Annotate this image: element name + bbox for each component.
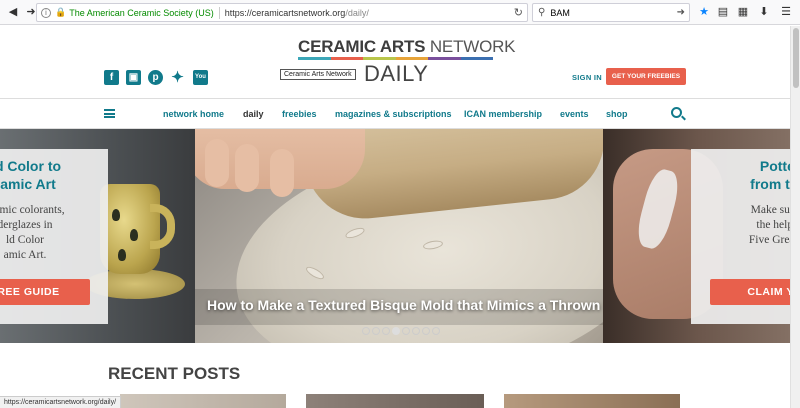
logo-text-main: CERAMIC ARTS [298,37,426,56]
url-path[interactable]: /daily/ [345,8,369,18]
nav-events[interactable]: events [560,109,589,119]
carousel-dot[interactable] [422,327,430,335]
carousel-dots [362,327,442,335]
pocket-icon[interactable]: ▦ [736,5,750,19]
instagram-icon[interactable]: ▣ [126,70,141,85]
left-slide-title: d Color to amic Art [0,158,62,192]
logo-stripe [460,57,493,60]
nav-shop[interactable]: shop [606,109,628,119]
carousel-dot[interactable] [362,327,370,335]
slide-right-image[interactable]: Pottery from the e Make surfaces the hel… [603,129,790,343]
carousel-dot[interactable] [412,327,420,335]
logo-stripes [298,57,493,60]
post-thumbnail[interactable] [120,394,286,408]
right-slide-description: Make surfaces the help of t Five Great D… [748,204,790,246]
search-icon: ⚲ [538,7,546,18]
claim-button[interactable]: CLAIM YO [710,279,790,305]
reading-list-icon[interactable]: ▤ [716,5,730,19]
carousel-dot[interactable] [432,327,440,335]
url-host[interactable]: https://ceramicartsnetwork.org [225,8,346,18]
main-nav: network home daily freebies magazines & … [0,98,790,129]
left-slide-card: d Color to amic Art eramic colorants, de… [0,149,108,324]
back-icon[interactable]: ◀ [6,5,20,19]
post-thumbnail[interactable] [504,394,680,408]
site-identity[interactable]: The American Ceramic Society (US) [69,8,214,18]
right-slide-title: Pottery from the e [750,158,790,192]
finger [270,149,294,197]
finger [235,144,259,192]
logo-stripe [395,57,428,60]
site-logo[interactable]: CERAMIC ARTS NETWORK [298,37,516,57]
address-bar[interactable]: i 🔒 The American Ceramic Society (US) ht… [36,3,528,22]
finger [205,139,229,187]
carousel-dot[interactable] [372,327,380,335]
left-slide-description: eramic colorants, derglazes in ld Color … [0,204,65,261]
mug-decoration [118,249,126,261]
search-go-icon[interactable]: ➜ [677,7,685,18]
daily-title: DAILY [364,61,429,86]
nav-magazines[interactable]: magazines & subscriptions [335,109,452,119]
carousel-dot[interactable] [392,327,400,335]
facebook-icon[interactable]: f [104,70,119,85]
carousel-dot[interactable] [402,327,410,335]
right-slide-card: Pottery from the e Make surfaces the hel… [691,149,790,324]
free-guide-button[interactable]: FREE GUIDE [0,279,90,305]
logo-stripe [298,57,331,60]
twitter-icon[interactable]: ✦ [170,70,185,85]
download-icon[interactable]: ⬇ [757,5,771,19]
browser-search-box[interactable]: ⚲ ➜ [532,3,690,22]
bookmark-star-icon[interactable]: ★ [697,5,711,19]
site-search-icon[interactable] [671,107,682,118]
slide-caption[interactable]: How to Make a Textured Bisque Mold that … [207,297,603,313]
ceramic-mug-handle [150,204,175,249]
logo-text-network: NETWORK [425,37,516,56]
sign-in-link[interactable]: SIGN IN [572,73,602,82]
slide-center-image[interactable]: How to Make a Textured Bisque Mold that … [195,129,603,343]
reload-icon[interactable]: ↻ [514,6,523,19]
info-icon[interactable]: i [41,7,51,18]
status-bar-url: https://ceramicartsnetwork.org/daily/ [0,396,122,408]
nav-ican[interactable]: ICAN membership [464,109,542,119]
logo-stripe [428,57,461,60]
mug-decoration [130,229,138,241]
menu-icon[interactable]: ☰ [779,5,793,19]
get-freebies-button[interactable]: GET YOUR FREEBIES [606,68,686,85]
mug-decoration [112,209,120,221]
youtube-icon[interactable]: You [193,70,208,85]
carousel-dot[interactable] [382,327,390,335]
slide-left-image[interactable]: d Color to amic Art eramic colorants, de… [0,129,195,343]
browser-search-input[interactable] [550,7,671,18]
nav-network-home[interactable]: network home [163,109,224,119]
recent-posts-heading: RECENT POSTS [108,364,241,383]
nav-daily[interactable]: daily [243,109,264,119]
hero-carousel[interactable]: d Color to amic Art eramic colorants, de… [0,129,790,343]
nav-freebies[interactable]: freebies [282,109,317,119]
logo-stripe [363,57,396,60]
url-separator [218,6,220,19]
lock-icon[interactable]: 🔒 [55,7,66,18]
browser-toolbar: ◀ ➜ i 🔒 The American Ceramic Society (US… [0,0,800,25]
page-scrollbar[interactable] [790,26,800,408]
post-thumbnail[interactable] [306,394,484,408]
logo-badge: Ceramic Arts Network [280,69,356,80]
page-content: CERAMIC ARTS NETWORK Ceramic Arts Networ… [0,26,790,408]
pinterest-icon[interactable]: p [148,70,163,85]
logo-stripe [330,57,363,60]
scrollbar-thumb[interactable] [793,28,799,88]
hamburger-menu-icon[interactable] [104,109,115,118]
